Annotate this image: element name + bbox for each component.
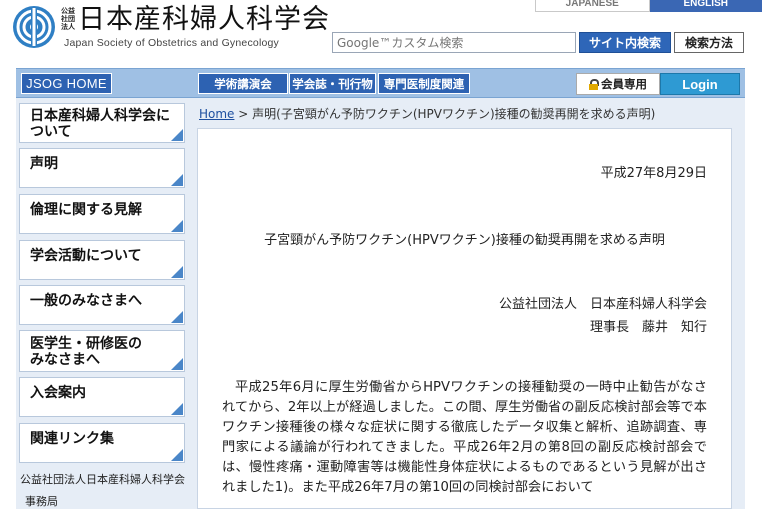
members-only-label: 会員専用: [576, 73, 660, 95]
sidebar-item-statements[interactable]: 声明: [19, 148, 185, 188]
corner-arrow-icon: [171, 358, 183, 370]
sidebar-item-public[interactable]: 一般のみなさまへ: [19, 285, 185, 325]
corner-arrow-icon: [171, 449, 183, 461]
corner-arrow-icon: [171, 311, 183, 323]
corner-arrow-icon: [171, 220, 183, 232]
sidebar-footer-org: 公益社団法人日本産科婦人科学会: [20, 473, 185, 486]
corner-arrow-icon: [171, 403, 183, 415]
login-button[interactable]: Login: [660, 73, 740, 95]
english-link[interactable]: ENGLISH: [649, 0, 762, 12]
article-title: 子宮頸がん予防ワクチン(HPVワクチン)接種の勧奨再開を求める声明: [264, 233, 665, 248]
sidebar: 日本産科婦人科学会について 声明 倫理に関する見解 学会活動について 一般のみな…: [16, 98, 192, 509]
sidebar-item-activities[interactable]: 学会活動について: [19, 240, 185, 280]
sidebar-item-students[interactable]: 医学生・研修医のみなさまへ: [19, 330, 185, 372]
logo-small-label: 公益 社団 法人: [61, 7, 75, 31]
sidebar-item-about[interactable]: 日本産科婦人科学会について: [19, 103, 185, 143]
site-search-button[interactable]: サイト内検索: [579, 32, 671, 53]
sidebar-item-membership[interactable]: 入会案内: [19, 377, 185, 417]
japanese-link[interactable]: JAPANESE: [535, 0, 650, 12]
breadcrumb-separator: >: [238, 107, 249, 121]
breadcrumb-current: 声明(子宮頸がん予防ワクチン(HPVワクチン)接種の勧奨再開を求める声明): [252, 107, 656, 121]
breadcrumb: Home > 声明(子宮頸がん予防ワクチン(HPVワクチン)接種の勧奨再開を求め…: [199, 105, 655, 122]
jsog-emblem-icon: [13, 6, 55, 48]
breadcrumb-home-link[interactable]: Home: [199, 107, 234, 121]
lock-icon: [589, 78, 599, 90]
members-area: 会員専用 Login: [576, 73, 740, 95]
sidebar-item-links[interactable]: 関連リンク集: [19, 423, 185, 463]
language-bar: JAPANESE ENGLISH: [535, 0, 762, 12]
sidebar-item-ethics[interactable]: 倫理に関する見解: [19, 194, 185, 234]
nav-academic-meeting[interactable]: 学術講演会: [198, 73, 288, 94]
article-organization: 公益社団法人 日本産科婦人科学会: [498, 297, 707, 312]
global-nav: JSOG HOME 学術講演会 学会誌・刊行物 専門医制度関連 会員専用 Log…: [16, 68, 745, 98]
article-date: 平成27年8月29日: [600, 166, 707, 181]
main-content: Home > 声明(子宮頸がん予防ワクチン(HPVワクチン)接種の勧奨再開を求め…: [192, 98, 745, 509]
nav-journal[interactable]: 学会誌・刊行物: [289, 73, 376, 94]
corner-arrow-icon: [171, 266, 183, 278]
corner-arrow-icon: [171, 129, 183, 141]
sidebar-footer-office: 事務局: [25, 495, 58, 508]
site-logo[interactable]: 公益 社団 法人 日本産科婦人科学会 Japan Society of Obst…: [12, 5, 330, 49]
article-body: 平成25年6月に厚生労働省からHPVワクチンの接種勧奨の一時中止勧告がなされてか…: [222, 380, 707, 495]
logo-subtitle: Japan Society of Obstetrics and Gynecolo…: [64, 37, 280, 49]
search-help-button[interactable]: 検索方法: [674, 32, 744, 53]
corner-arrow-icon: [171, 174, 183, 186]
logo-title: 日本産科婦人科学会: [78, 4, 330, 35]
nav-specialist[interactable]: 専門医制度関連: [378, 73, 470, 94]
article-panel: 平成27年8月29日 子宮頸がん予防ワクチン(HPVワクチン)接種の勧奨再開を求…: [197, 128, 732, 509]
article-signatory: 理事長 藤井 知行: [589, 320, 707, 335]
search-input[interactable]: [332, 32, 576, 53]
nav-home[interactable]: JSOG HOME: [21, 73, 112, 94]
